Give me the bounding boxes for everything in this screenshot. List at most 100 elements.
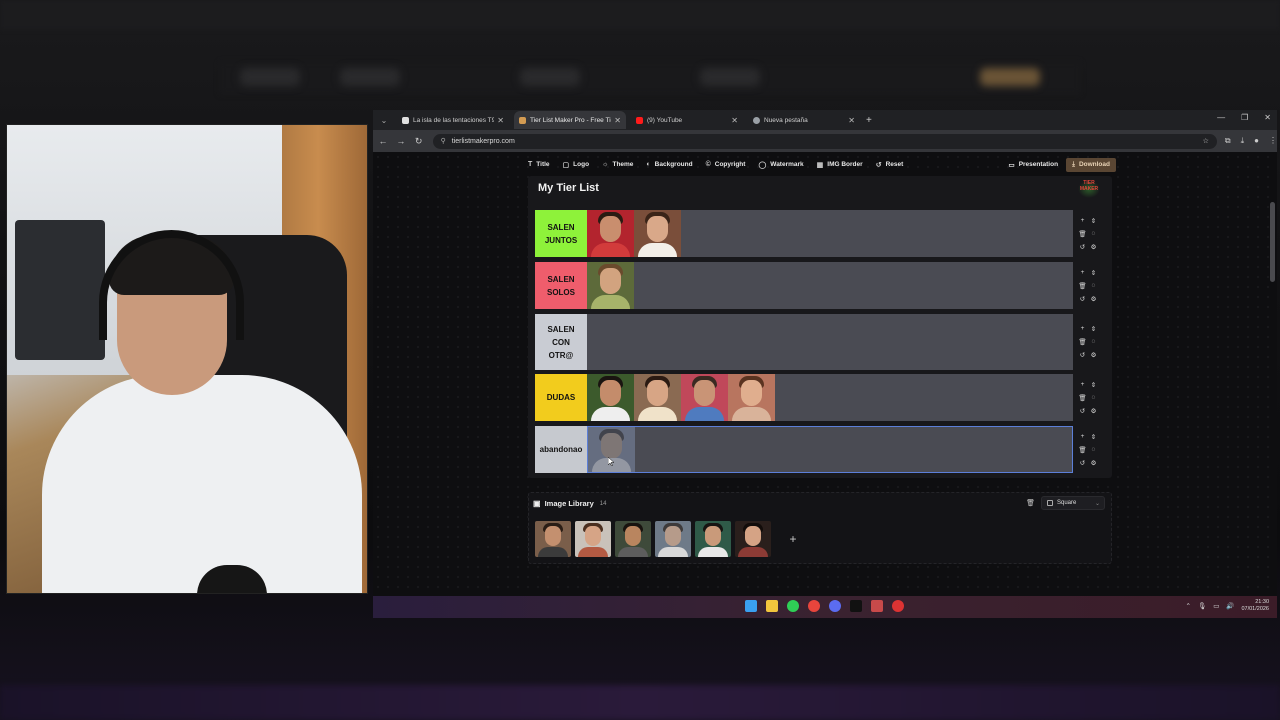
contestant-thumbnail[interactable] bbox=[587, 210, 634, 257]
color-icon[interactable]: ◌ bbox=[1088, 394, 1099, 402]
reload-icon[interactable]: ↻ bbox=[411, 136, 427, 147]
library-thumbnail[interactable] bbox=[695, 521, 731, 557]
network-icon[interactable]: ▭ bbox=[1213, 602, 1219, 610]
add-image-plus-icon[interactable]: + bbox=[775, 521, 811, 557]
toolbar-theme-button[interactable]: ☼ Theme bbox=[602, 161, 633, 168]
toolbar-reset-button[interactable]: ↺ Reset bbox=[876, 161, 904, 169]
bookmark-star-icon[interactable]: ☆ bbox=[1203, 137, 1209, 145]
add-icon[interactable]: + bbox=[1077, 217, 1088, 225]
tier-dropzone[interactable] bbox=[587, 314, 1073, 370]
site-info-icon[interactable]: ⚲ bbox=[441, 137, 446, 145]
tier-dropzone[interactable] bbox=[587, 426, 1073, 473]
system-clock[interactable]: 21:30 07/01/2026 bbox=[1241, 599, 1269, 613]
menu-dots-icon[interactable]: ⋮ bbox=[1269, 136, 1277, 146]
tier-dropzone[interactable] bbox=[587, 210, 1073, 257]
library-thumbnail[interactable] bbox=[735, 521, 771, 557]
tier-label[interactable]: SALEN JUNTOS bbox=[535, 210, 587, 257]
maximize-icon[interactable]: ❐ bbox=[1241, 113, 1248, 122]
tab-search-icon[interactable]: ⌄ bbox=[376, 113, 392, 127]
library-thumbnail[interactable] bbox=[535, 521, 571, 557]
tab-close-icon[interactable]: ✕ bbox=[848, 116, 855, 125]
chrome-icon[interactable] bbox=[808, 600, 820, 612]
browser-tab-active[interactable]: Tier List Maker Pro - Free Tier L ✕ bbox=[514, 111, 626, 129]
tier-label[interactable]: DUDAS bbox=[535, 374, 587, 421]
close-window-icon[interactable]: ✕ bbox=[1264, 113, 1271, 122]
whatsapp-icon[interactable] bbox=[787, 600, 799, 612]
settings-icon[interactable]: ⚙ bbox=[1088, 407, 1099, 415]
add-icon[interactable]: + bbox=[1077, 381, 1088, 389]
browser-tab[interactable]: (9) YouTube ✕ bbox=[631, 111, 743, 129]
tier-dropzone[interactable] bbox=[587, 262, 1073, 309]
settings-icon[interactable]: ⚙ bbox=[1088, 459, 1099, 467]
add-icon[interactable]: + bbox=[1077, 269, 1088, 277]
color-icon[interactable]: ◌ bbox=[1088, 338, 1099, 346]
contestant-thumbnail[interactable] bbox=[634, 210, 681, 257]
settings-icon[interactable]: ⚙ bbox=[1088, 243, 1099, 251]
forward-arrow-icon[interactable]: → bbox=[393, 136, 409, 146]
discord-icon[interactable] bbox=[829, 600, 841, 612]
new-tab-plus-icon[interactable]: + bbox=[866, 115, 872, 126]
tier-label[interactable]: SALEN CON OTR@ bbox=[535, 314, 587, 370]
color-icon[interactable]: ◌ bbox=[1088, 230, 1099, 238]
page-scrollbar[interactable] bbox=[1270, 202, 1275, 282]
url-input[interactable]: ⚲ tierlistmakerpro.com ☆ bbox=[432, 133, 1217, 149]
tab-close-icon[interactable]: ✕ bbox=[497, 116, 504, 125]
move-updown-icon[interactable]: ⇕ bbox=[1088, 269, 1099, 277]
volume-icon[interactable]: 🔊 bbox=[1226, 602, 1234, 610]
download-button[interactable]: ⤓ Download bbox=[1066, 157, 1116, 172]
move-updown-icon[interactable]: ⇕ bbox=[1088, 325, 1099, 333]
back-arrow-icon[interactable]: ← bbox=[375, 136, 391, 146]
contestant-thumbnail[interactable] bbox=[587, 262, 634, 309]
shape-select[interactable]: Square ⌄ bbox=[1041, 496, 1105, 510]
toolbar-background-button[interactable]: ◐ Background bbox=[646, 161, 692, 168]
library-thumbnail[interactable] bbox=[655, 521, 691, 557]
contestant-thumbnail[interactable] bbox=[634, 374, 681, 421]
chevron-up-icon[interactable]: ⌃ bbox=[1186, 602, 1191, 610]
app-icon[interactable] bbox=[871, 600, 883, 612]
toolbar-title-button[interactable]: T Title bbox=[528, 161, 550, 168]
clear-icon[interactable]: ↺ bbox=[1077, 295, 1088, 303]
add-icon[interactable]: + bbox=[1077, 325, 1088, 333]
contestant-thumbnail[interactable] bbox=[681, 374, 728, 421]
library-thumbnail[interactable] bbox=[615, 521, 651, 557]
delete-icon[interactable]: 🗑 bbox=[1077, 282, 1088, 290]
tier-dropzone[interactable] bbox=[587, 374, 1073, 421]
download-icon[interactable]: ⤓ bbox=[1241, 136, 1245, 146]
color-icon[interactable]: ◌ bbox=[1088, 282, 1099, 290]
color-icon[interactable]: ◌ bbox=[1088, 446, 1099, 454]
trash-icon[interactable]: 🗑 bbox=[1026, 499, 1035, 507]
tier-label[interactable]: SALEN SOLOS bbox=[535, 262, 587, 309]
library-thumbnail[interactable] bbox=[575, 521, 611, 557]
clear-icon[interactable]: ↺ bbox=[1077, 351, 1088, 359]
tab-close-icon[interactable]: ✕ bbox=[614, 116, 621, 125]
delete-icon[interactable]: 🗑 bbox=[1077, 394, 1088, 402]
clear-icon[interactable]: ↺ bbox=[1077, 407, 1088, 415]
tab-close-icon[interactable]: ✕ bbox=[731, 116, 738, 125]
tiktok-icon[interactable] bbox=[850, 600, 862, 612]
profile-avatar-icon[interactable]: ● bbox=[1254, 136, 1259, 146]
file-explorer-icon[interactable] bbox=[766, 600, 778, 612]
windows-start-icon[interactable] bbox=[745, 600, 757, 612]
microphone-icon[interactable]: 🎙 bbox=[1198, 602, 1206, 610]
clear-icon[interactable]: ↺ bbox=[1077, 243, 1088, 251]
browser-tab[interactable]: La isla de las tentaciones T9 | M ✕ bbox=[397, 111, 509, 129]
clear-icon[interactable]: ↺ bbox=[1077, 459, 1088, 467]
toolbar-logo-button[interactable]: ▢ Logo bbox=[563, 161, 590, 169]
toolbar-copyright-button[interactable]: © Copyright bbox=[706, 161, 746, 168]
contestant-thumbnail[interactable] bbox=[587, 374, 634, 421]
minimize-icon[interactable]: — bbox=[1217, 113, 1225, 122]
move-updown-icon[interactable]: ⇕ bbox=[1088, 433, 1099, 441]
move-updown-icon[interactable]: ⇕ bbox=[1088, 217, 1099, 225]
browser-tab[interactable]: Nueva pestaña ✕ bbox=[748, 111, 860, 129]
extensions-icon[interactable]: ⧉ bbox=[1225, 136, 1231, 146]
toolbar-img-border-button[interactable]: ▦ IMG Border bbox=[817, 161, 863, 169]
delete-icon[interactable]: 🗑 bbox=[1077, 446, 1088, 454]
contestant-thumbnail[interactable] bbox=[728, 374, 775, 421]
tier-list-title[interactable]: My Tier List bbox=[538, 182, 599, 194]
tier-label[interactable]: abandonao bbox=[535, 426, 587, 473]
add-icon[interactable]: + bbox=[1077, 433, 1088, 441]
recording-app-icon[interactable] bbox=[892, 600, 904, 612]
delete-icon[interactable]: 🗑 bbox=[1077, 230, 1088, 238]
move-updown-icon[interactable]: ⇕ bbox=[1088, 381, 1099, 389]
settings-icon[interactable]: ⚙ bbox=[1088, 295, 1099, 303]
